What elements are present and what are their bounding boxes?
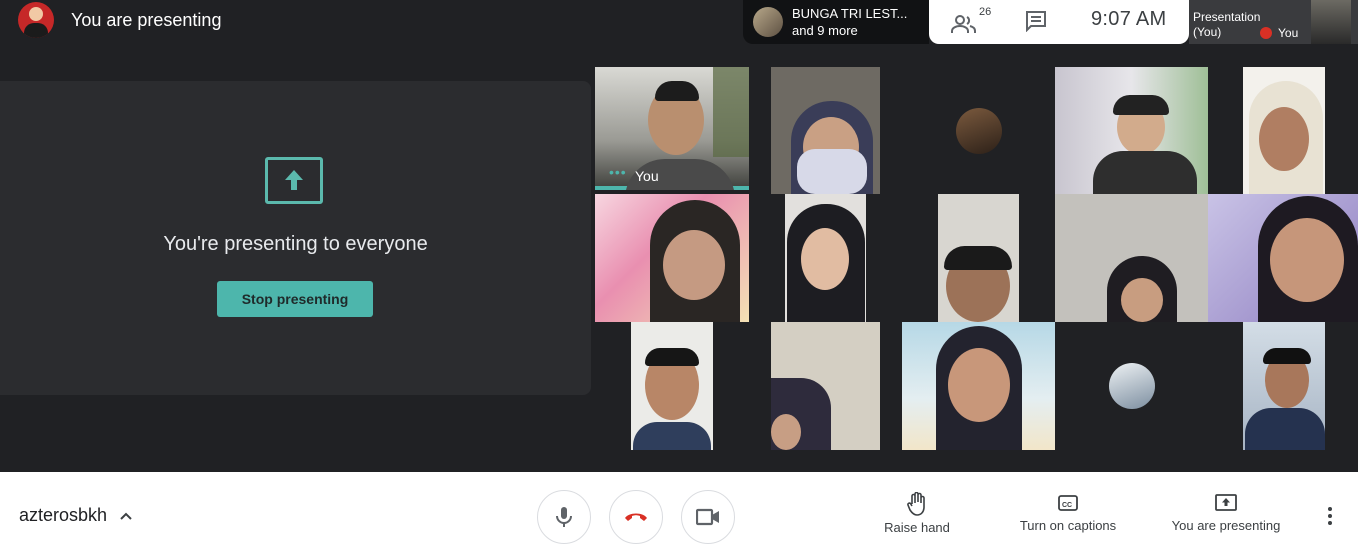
raise-hand-button[interactable]: Raise hand bbox=[882, 492, 952, 535]
participant-avatar[interactable] bbox=[1109, 363, 1155, 409]
video-tile[interactable] bbox=[595, 194, 749, 322]
people-count: 26 bbox=[979, 6, 992, 18]
video-tile[interactable] bbox=[631, 322, 713, 450]
people-icon bbox=[951, 15, 976, 33]
video-tile[interactable] bbox=[1055, 194, 1208, 322]
microphone-button[interactable] bbox=[537, 490, 591, 544]
camera-button[interactable] bbox=[681, 490, 735, 544]
stop-presenting-button[interactable]: Stop presenting bbox=[217, 281, 373, 317]
presenting-card: You're presenting to everyone Stop prese… bbox=[0, 81, 591, 395]
video-tile[interactable] bbox=[1243, 67, 1325, 194]
participant-avatar[interactable] bbox=[956, 108, 1002, 154]
video-tile[interactable] bbox=[771, 322, 880, 450]
presentation-label: Presentation bbox=[1193, 10, 1261, 24]
presentation-you: You bbox=[1278, 26, 1299, 40]
tile-name-self: You bbox=[635, 168, 659, 184]
video-tile[interactable] bbox=[1208, 194, 1358, 322]
video-tile[interactable] bbox=[1243, 322, 1325, 450]
video-tile[interactable] bbox=[785, 194, 866, 322]
people-button[interactable]: 26 bbox=[951, 6, 991, 34]
presenting-label: You are presenting bbox=[1171, 518, 1281, 533]
top-right-bar: BUNGA TRI LEST... and 9 more 26 9:07 AM … bbox=[743, 0, 1358, 44]
presenting-message: You're presenting to everyone bbox=[163, 233, 428, 255]
speaking-indicator-icon: ••• bbox=[609, 164, 627, 180]
captions-button[interactable]: CC Turn on captions bbox=[1014, 492, 1122, 533]
microphone-icon bbox=[556, 507, 572, 527]
captions-label: Turn on captions bbox=[1019, 518, 1117, 533]
end-call-icon bbox=[625, 513, 647, 521]
chevron-up-icon bbox=[120, 512, 132, 520]
meeting-code: azterosbkh bbox=[19, 505, 108, 525]
chat-button[interactable] bbox=[1025, 10, 1047, 37]
presentation-thumbnail[interactable]: Presentation (You) You bbox=[1189, 0, 1358, 44]
present-now-button[interactable]: You are presenting bbox=[1168, 492, 1284, 533]
bottom-toolbar: azterosbkh Raise hand CC Turn on caption… bbox=[0, 472, 1358, 556]
more-options-button[interactable] bbox=[1318, 504, 1342, 528]
more-vert-icon bbox=[1328, 507, 1332, 525]
participant-more: and 9 more bbox=[792, 23, 858, 38]
self-thumbnail-video bbox=[1311, 0, 1351, 44]
participant-avatar bbox=[753, 7, 783, 37]
meeting-info-bar: 26 9:07 AM bbox=[929, 0, 1189, 44]
participant-name: BUNGA TRI LEST... bbox=[792, 6, 908, 21]
clock-time: 9:07 AM bbox=[1091, 8, 1167, 30]
captions-icon: CC bbox=[1058, 495, 1078, 511]
active-speakers-chip[interactable]: BUNGA TRI LEST... and 9 more bbox=[743, 0, 929, 44]
video-tile-self[interactable]: ••• You bbox=[595, 67, 749, 190]
camera-icon bbox=[696, 508, 719, 526]
page-title: You are presenting bbox=[71, 9, 222, 30]
end-call-button[interactable] bbox=[609, 490, 663, 544]
chat-icon bbox=[1026, 11, 1046, 33]
video-tile[interactable] bbox=[771, 67, 880, 194]
hand-icon bbox=[907, 492, 925, 516]
meeting-details-button[interactable]: azterosbkh bbox=[19, 505, 133, 526]
present-screen-icon bbox=[265, 157, 323, 204]
video-tile[interactable] bbox=[938, 194, 1019, 322]
mic-muted-icon bbox=[1260, 27, 1272, 39]
presentation-owner: (You) bbox=[1193, 25, 1222, 39]
raise-hand-label: Raise hand bbox=[884, 520, 950, 535]
video-tile[interactable] bbox=[1055, 67, 1208, 194]
user-avatar bbox=[18, 2, 54, 38]
svg-text:CC: CC bbox=[1062, 502, 1072, 509]
top-left-header: You are presenting bbox=[18, 2, 221, 38]
present-screen-icon bbox=[1215, 494, 1237, 511]
video-tile[interactable] bbox=[902, 322, 1055, 450]
